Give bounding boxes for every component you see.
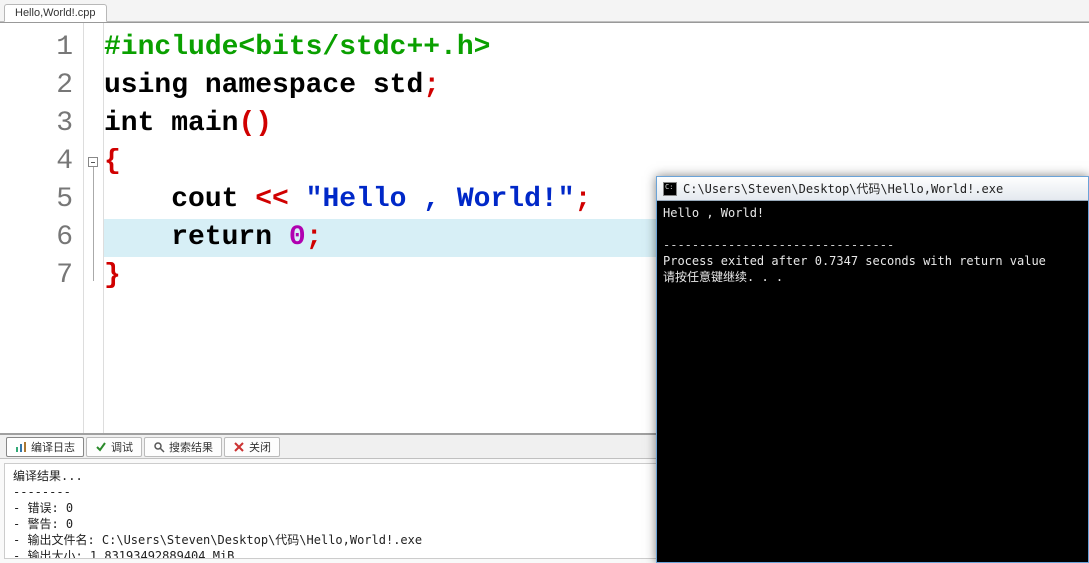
code-token: #include<bits/stdc++.h> [104, 32, 490, 63]
tab-close-label: 关闭 [249, 439, 271, 455]
tab-search-results-label: 搜索结果 [169, 439, 213, 455]
code-token: ; [575, 184, 592, 215]
code-line[interactable]: using namespace std; [104, 67, 1089, 105]
code-token: cout [104, 184, 255, 215]
console-titlebar[interactable]: C:\Users\Steven\Desktop\代码\Hello,World!.… [657, 177, 1088, 201]
console-window[interactable]: C:\Users\Steven\Desktop\代码\Hello,World!.… [656, 176, 1089, 563]
file-tab[interactable]: Hello,World!.cpp [4, 4, 107, 22]
fold-toggle-icon[interactable] [88, 157, 98, 167]
tab-compile-log-label: 编译日志 [31, 439, 75, 455]
line-number: 3 [0, 105, 83, 143]
code-token: int [104, 108, 171, 139]
code-token [104, 222, 171, 253]
check-icon [95, 441, 107, 453]
console-separator: -------------------------------- [663, 237, 1082, 253]
chart-icon [15, 441, 27, 453]
line-number: 1 [0, 29, 83, 67]
fold-cell [84, 105, 103, 143]
console-line: 请按任意键继续. . . [663, 269, 1082, 285]
code-token: std [373, 70, 423, 101]
line-number: 2 [0, 67, 83, 105]
tab-debug[interactable]: 调试 [86, 437, 142, 457]
code-token: using namespace [104, 70, 373, 101]
line-number-gutter: 1234567 [0, 23, 84, 433]
code-token: "Hello , World!" [306, 184, 575, 215]
tab-close[interactable]: 关闭 [224, 437, 280, 457]
console-line [663, 221, 1082, 237]
fold-guide-line [93, 167, 94, 281]
close-icon [233, 441, 245, 453]
console-line: Hello , World! [663, 205, 1082, 221]
code-token: return [171, 222, 289, 253]
line-number: 5 [0, 181, 83, 219]
code-token: () [238, 108, 272, 139]
code-token: ; [423, 70, 440, 101]
code-token: } [104, 260, 121, 291]
fold-cell [84, 67, 103, 105]
console-icon [663, 182, 677, 196]
fold-cell [84, 29, 103, 67]
code-token: << [255, 184, 305, 215]
fold-gutter [84, 23, 104, 433]
line-number: 6 [0, 219, 83, 257]
line-number: 4 [0, 143, 83, 181]
console-line: Process exited after 0.7347 seconds with… [663, 253, 1082, 269]
code-line[interactable]: #include<bits/stdc++.h> [104, 29, 1089, 67]
tab-search-results[interactable]: 搜索结果 [144, 437, 222, 457]
code-token: 0 [289, 222, 306, 253]
tab-debug-label: 调试 [111, 439, 133, 455]
line-number: 7 [0, 257, 83, 295]
console-title: C:\Users\Steven\Desktop\代码\Hello,World!.… [683, 180, 1003, 197]
console-output: Hello , World! -------------------------… [657, 201, 1088, 562]
code-token: ; [306, 222, 323, 253]
search-icon [153, 441, 165, 453]
tab-compile-log[interactable]: 编译日志 [6, 437, 84, 457]
code-token: main [171, 108, 238, 139]
file-tab-bar: Hello,World!.cpp [0, 0, 1089, 22]
file-tab-label: Hello,World!.cpp [15, 7, 96, 19]
code-line[interactable]: int main() [104, 105, 1089, 143]
code-token: { [104, 146, 121, 177]
